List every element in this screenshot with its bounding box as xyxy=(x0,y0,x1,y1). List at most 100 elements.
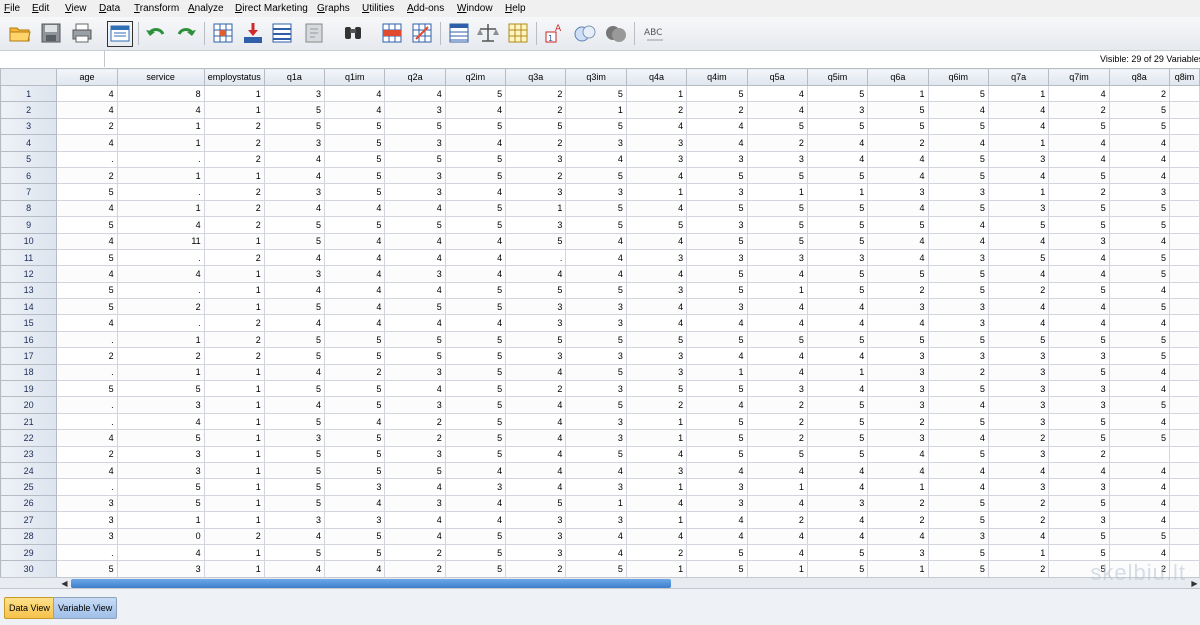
data-cell[interactable]: 3 xyxy=(1048,380,1110,398)
data-cell[interactable]: 5 xyxy=(625,216,688,234)
data-cell[interactable]: 4 xyxy=(806,478,869,496)
data-cell[interactable]: 5 xyxy=(806,396,869,414)
data-cell[interactable]: 3 xyxy=(686,216,748,234)
data-cell[interactable]: 3 xyxy=(867,298,929,316)
data-cell[interactable] xyxy=(1168,330,1200,349)
row-header[interactable]: 30 xyxy=(0,560,58,577)
grid-corner[interactable] xyxy=(0,68,58,86)
data-cell[interactable] xyxy=(1168,527,1200,545)
data-cell[interactable]: 5 xyxy=(746,199,808,218)
menu-help[interactable]: Help xyxy=(504,0,527,17)
data-cell[interactable]: 1 xyxy=(116,166,205,185)
data-cell[interactable]: 1 xyxy=(746,560,808,577)
data-cell[interactable]: 4 xyxy=(116,412,205,431)
data-cell[interactable]: 2 xyxy=(505,380,567,398)
data-cell[interactable]: 2 xyxy=(505,560,567,577)
row-header[interactable]: 3 xyxy=(0,117,58,136)
row-header[interactable]: 21 xyxy=(0,412,58,431)
data-cell[interactable]: 1 xyxy=(746,281,808,300)
data-cell[interactable]: 3 xyxy=(384,445,446,463)
data-cell[interactable]: 4 xyxy=(263,560,326,577)
data-cell[interactable]: 4 xyxy=(686,511,748,529)
data-cell[interactable]: 4 xyxy=(505,363,567,382)
data-cell[interactable]: 4 xyxy=(565,461,627,480)
data-cell[interactable]: 5 xyxy=(867,117,929,136)
data-cell[interactable]: 4 xyxy=(927,232,989,250)
row-header[interactable]: 5 xyxy=(0,150,58,168)
data-cell[interactable]: 5 xyxy=(927,150,989,168)
data-cell[interactable]: 5 xyxy=(116,429,205,447)
data-cell[interactable]: 5 xyxy=(927,330,989,349)
data-cell[interactable]: 4 xyxy=(505,429,567,447)
row-header[interactable]: 1 xyxy=(0,84,58,103)
data-cell[interactable]: 4 xyxy=(746,461,808,480)
data-cell[interactable]: 3 xyxy=(625,347,688,365)
data-cell[interactable] xyxy=(1168,216,1200,234)
data-cell[interactable]: 4 xyxy=(56,101,118,119)
data-cell[interactable]: 4 xyxy=(324,84,386,103)
data-cell[interactable]: 5 xyxy=(565,445,627,463)
data-cell[interactable]: 4 xyxy=(263,150,326,168)
data-cell[interactable]: 3 xyxy=(927,183,989,201)
menu-edit[interactable]: Edit xyxy=(31,0,50,17)
data-cell[interactable]: 5 xyxy=(927,412,989,431)
data-cell[interactable]: 3 xyxy=(987,199,1050,218)
data-cell[interactable]: 2 xyxy=(625,543,688,562)
data-cell[interactable]: 5 xyxy=(444,330,507,349)
data-cell[interactable]: 5 xyxy=(324,166,386,185)
data-cell[interactable]: 5 xyxy=(384,150,446,168)
data-cell[interactable]: 5 xyxy=(384,216,446,234)
data-cell[interactable]: 5 xyxy=(1108,347,1170,365)
data-cell[interactable]: 3 xyxy=(505,183,567,201)
data-cell[interactable]: . xyxy=(116,183,205,201)
data-cell[interactable]: 3 xyxy=(806,101,869,119)
data-cell[interactable]: 5 xyxy=(1048,330,1110,349)
data-cell[interactable]: 5 xyxy=(565,330,627,349)
data-cell[interactable]: 1 xyxy=(746,478,808,496)
data-cell[interactable] xyxy=(1168,199,1200,218)
tab-variable-view[interactable]: Variable View xyxy=(53,597,118,619)
menu-transform[interactable]: Transform xyxy=(133,0,180,17)
data-cell[interactable] xyxy=(1108,445,1170,463)
row-header[interactable]: 17 xyxy=(0,347,58,365)
data-cell[interactable]: 4 xyxy=(867,248,929,267)
data-cell[interactable]: 5 xyxy=(263,298,326,316)
data-cell[interactable] xyxy=(1168,363,1200,382)
data-cell[interactable]: 3 xyxy=(867,396,929,414)
data-cell[interactable]: 5 xyxy=(1108,396,1170,414)
data-cell[interactable]: 0 xyxy=(116,527,205,545)
data-cell[interactable]: 5 xyxy=(444,396,507,414)
data-cell[interactable]: 5 xyxy=(384,347,446,365)
data-cell[interactable]: 5 xyxy=(56,216,118,234)
data-cell[interactable]: 3 xyxy=(565,511,627,529)
data-cell[interactable]: 2 xyxy=(987,281,1050,300)
insert-variable-icon[interactable] xyxy=(410,21,434,45)
data-cell[interactable]: 4 xyxy=(565,248,627,267)
data-cell[interactable]: 4 xyxy=(263,314,326,332)
data-cell[interactable]: 3 xyxy=(263,134,326,152)
data-cell[interactable]: 2 xyxy=(867,134,929,152)
data-cell[interactable]: 3 xyxy=(56,527,118,545)
data-cell[interactable]: 5 xyxy=(806,166,869,185)
row-header[interactable]: 16 xyxy=(0,330,58,349)
data-cell[interactable]: 4 xyxy=(1048,84,1110,103)
data-cell[interactable]: 5 xyxy=(867,265,929,283)
data-cell[interactable]: 3 xyxy=(1048,478,1110,496)
data-cell[interactable]: 5 xyxy=(686,281,748,300)
data-cell[interactable]: 4 xyxy=(263,363,326,382)
data-cell[interactable]: 4 xyxy=(1048,265,1110,283)
data-cell[interactable]: 3 xyxy=(867,543,929,562)
data-cell[interactable]: 4 xyxy=(987,117,1050,136)
row-header[interactable]: 20 xyxy=(0,396,58,414)
data-cell[interactable]: 2 xyxy=(867,494,929,513)
data-cell[interactable]: 4 xyxy=(746,265,808,283)
data-cell[interactable]: 1 xyxy=(116,199,205,218)
data-cell[interactable]: 4 xyxy=(746,363,808,382)
data-cell[interactable]: 4 xyxy=(625,494,688,513)
column-header-age[interactable]: age xyxy=(56,68,118,86)
data-cell[interactable]: 2 xyxy=(1048,101,1110,119)
row-header[interactable]: 22 xyxy=(0,429,58,447)
data-cell[interactable]: 4 xyxy=(686,527,748,545)
data-cell[interactable]: 5 xyxy=(565,560,627,577)
data-cell[interactable]: 5 xyxy=(927,543,989,562)
